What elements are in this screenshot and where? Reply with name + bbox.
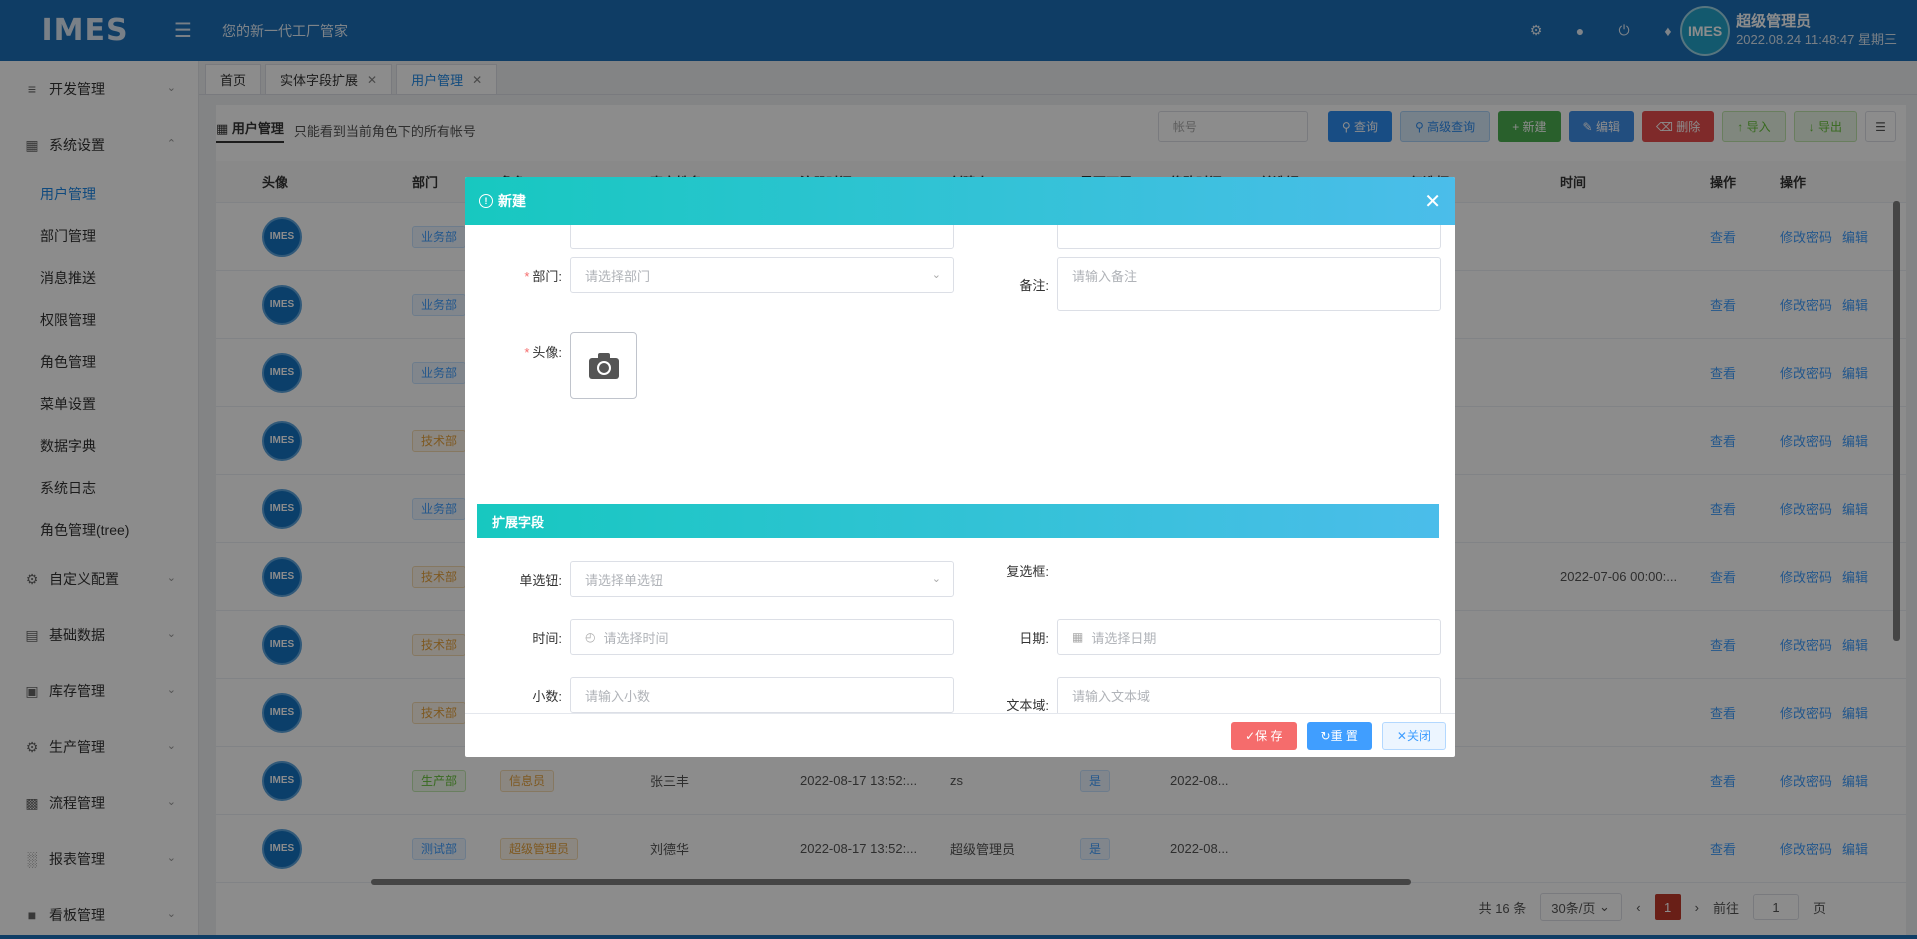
button-label: 重 置 bbox=[1330, 729, 1358, 743]
required-mark: * bbox=[524, 345, 530, 360]
time-field: 时间: ◴ 请选择时间 bbox=[475, 619, 954, 655]
dept-label: * 部门: bbox=[475, 266, 570, 285]
remark-label: 备注: bbox=[1019, 277, 1049, 293]
camera-icon bbox=[588, 352, 619, 379]
dept-select[interactable]: 请选择部门 ⌄ bbox=[570, 257, 954, 293]
decimal-field: 小数: 请输入小数 bbox=[475, 677, 954, 713]
dept-placeholder: 请选择部门 bbox=[585, 268, 651, 284]
avatar-label-text: 头像: bbox=[532, 345, 562, 360]
dialog-title: 新建 bbox=[498, 193, 526, 209]
hidden-field-input[interactable] bbox=[1057, 225, 1441, 249]
top-field-left bbox=[570, 225, 954, 249]
checkbox-field: 复选框: bbox=[962, 561, 1057, 580]
hidden-field-input[interactable] bbox=[570, 225, 954, 249]
date-label: 日期: bbox=[1019, 630, 1049, 646]
chevron-down-icon: ⌄ bbox=[931, 573, 941, 585]
time-label: 时间: bbox=[532, 630, 562, 646]
info-icon: ! bbox=[479, 194, 493, 208]
reset-button[interactable]: ↻ 重 置 bbox=[1306, 721, 1372, 750]
close-button[interactable]: ✕ 关闭 bbox=[1381, 721, 1446, 750]
remark-textarea[interactable]: 请输入备注 bbox=[1057, 257, 1441, 311]
decimal-label: 小数: bbox=[532, 688, 562, 704]
textarea-field: 文本域: 请输入文本域 bbox=[962, 677, 1441, 713]
time-placeholder: 请选择时间 bbox=[603, 630, 669, 646]
calendar-icon: ▦ bbox=[1072, 630, 1084, 644]
remark-field: 备注: 请输入备注 bbox=[962, 257, 1441, 311]
decimal-input[interactable]: 请输入小数 bbox=[570, 677, 954, 713]
radio-field: 单选钮: 请选择单选钮 ⌄ bbox=[475, 561, 954, 597]
button-label: 关闭 bbox=[1406, 729, 1431, 743]
clock-icon: ◴ bbox=[585, 630, 596, 644]
dialog-header: ! 新建 ✕ bbox=[465, 177, 1455, 225]
avatar-upload[interactable] bbox=[570, 332, 637, 399]
textarea-input[interactable]: 请输入文本域 bbox=[1057, 677, 1441, 713]
radio-placeholder: 请选择单选钮 bbox=[585, 572, 664, 588]
extension-section-header: 扩展字段 bbox=[477, 504, 1439, 538]
dialog-footer: ✓ 保 存 ↻ 重 置 ✕ 关闭 bbox=[465, 713, 1455, 757]
date-picker[interactable]: ▦ 请选择日期 bbox=[1057, 619, 1441, 655]
textarea-label: 文本域: bbox=[1006, 697, 1049, 713]
button-label: 保 存 bbox=[1255, 729, 1283, 743]
checkbox-label: 复选框: bbox=[1006, 564, 1049, 579]
chevron-down-icon: ⌄ bbox=[931, 269, 941, 281]
radio-select[interactable]: 请选择单选钮 ⌄ bbox=[570, 561, 954, 597]
dept-label-text: 部门: bbox=[532, 268, 562, 284]
close-icon[interactable]: ✕ bbox=[1424, 189, 1441, 214]
date-placeholder: 请选择日期 bbox=[1091, 630, 1157, 646]
date-field: 日期: ▦ 请选择日期 bbox=[962, 619, 1441, 655]
save-button[interactable]: ✓ 保 存 bbox=[1231, 721, 1297, 750]
dept-field: * 部门: 请选择部门 ⌄ bbox=[475, 257, 954, 293]
required-mark: * bbox=[524, 268, 530, 284]
time-picker[interactable]: ◴ 请选择时间 bbox=[570, 619, 954, 655]
avatar-field: * 头像: bbox=[475, 332, 637, 399]
top-field-right bbox=[1057, 225, 1441, 249]
dialog-body: * 部门: 请选择部门 ⌄ 备注: 请输入备注 * 头像: 扩展字段 单选钮: 请选择… bbox=[465, 225, 1455, 713]
new-user-dialog: ! 新建 ✕ * 部门: 请选择部门 ⌄ 备注: 请输入备注 * 头像: 扩展字… bbox=[465, 177, 1455, 757]
radio-label: 单选钮: bbox=[519, 572, 562, 588]
avatar-label: * 头像: bbox=[475, 332, 570, 361]
